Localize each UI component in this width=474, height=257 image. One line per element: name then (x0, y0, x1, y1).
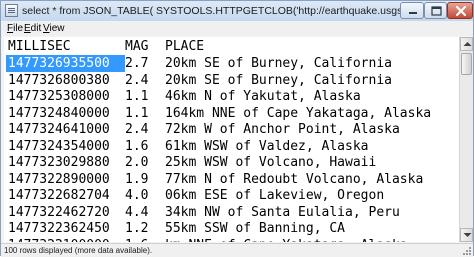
cell-place[interactable]: km NNE of Cape Yakataga, Alaska (165, 237, 408, 243)
cell-place[interactable]: 164km NNE of Cape Yakataga, Alaska (165, 105, 431, 122)
cell-place[interactable]: 06km ESE of Lakeview, Oregon (165, 187, 384, 204)
cell-place[interactable]: 55km SSW of Banning, CA (165, 220, 345, 237)
cell-mag[interactable]: 1.1 (125, 88, 148, 105)
column-header-mag[interactable]: MAG (125, 38, 148, 55)
results-grid[interactable]: MILLISEC MAG PLACE 1477326935500 2.7 20km … (4, 37, 459, 242)
cell-millisec[interactable]: 1477324840000 (8, 105, 110, 122)
status-bar: 100 rows displayed (more data available)… (1, 243, 473, 257)
cell-mag[interactable]: 4.4 (125, 204, 148, 221)
cell-mag[interactable]: 1.1 (125, 105, 148, 122)
table-row[interactable]: 1477324354000 1.6 61km WSW of Valdez, Alas… (4, 138, 459, 155)
scroll-up-button[interactable] (460, 37, 473, 51)
table-row[interactable]: 1477322462720 4.4 34km NW of Santa Eulalia… (4, 204, 459, 221)
table-row[interactable]: 1477325308000 1.1 46km N of Yakutat, Alask… (4, 88, 459, 105)
minimize-button[interactable] (400, 2, 424, 19)
menu-view[interactable]: View (41, 21, 67, 36)
table-row[interactable]: 1477322100000 1.6 km NNE of Cape Yakataga,… (4, 237, 459, 243)
cell-place[interactable]: 34km NW of Santa Eulalia, Peru (165, 204, 400, 221)
cell-mag[interactable]: 2.7 (125, 55, 148, 72)
column-header-place[interactable]: PLACE (165, 38, 204, 55)
cell-place[interactable]: 46km N of Yakutat, Alaska (165, 88, 361, 105)
table-row[interactable]: 1477326800380 2.4 20km SE of Burney, Calif… (4, 72, 459, 89)
table-row[interactable]: 1477322362450 1.2 55km SSW of Banning, CA (4, 220, 459, 237)
cell-place[interactable]: 61km WSW of Valdez, Alaska (165, 138, 369, 155)
cell-millisec[interactable]: 1477324354000 (8, 138, 110, 155)
table-row[interactable]: 1477323029880 2.0 25km WSW of Volcano, Haw… (4, 154, 459, 171)
table-row[interactable]: 1477322682704 4.0 06km ESE of Lakeview, Or… (4, 187, 459, 204)
cell-place[interactable]: 72km W of Anchor Point, Alaska (165, 121, 400, 138)
minimize-icon (409, 12, 417, 14)
cell-mag[interactable]: 2.4 (125, 72, 148, 89)
cell-place[interactable]: 20km SE of Burney, California (165, 72, 392, 89)
app-icon[interactable] (5, 4, 18, 17)
cell-place[interactable]: 25km WSW of Volcano, Hawaii (165, 154, 376, 171)
table-row[interactable]: 1477324641000 2.4 72km W of Anchor Point, … (4, 121, 459, 138)
cell-millisec[interactable]: 1477322362450 (8, 220, 110, 237)
maximize-button[interactable] (424, 2, 447, 19)
cell-millisec[interactable]: 1477326800380 (8, 72, 110, 89)
cell-millisec[interactable]: 1477322890000 (8, 171, 110, 188)
app-window: select * from JSON_TABLE( SYSTOOLS.HTTPG… (0, 0, 474, 257)
cell-millisec[interactable]: 1477322462720 (8, 204, 110, 221)
close-icon (455, 5, 467, 17)
cell-millisec[interactable]: 1477326935500 (6, 55, 125, 72)
cell-mag[interactable]: 4.0 (125, 187, 148, 204)
scroll-thumb[interactable] (461, 53, 472, 75)
scroll-down-button[interactable] (460, 228, 473, 242)
cell-millisec[interactable]: 1477325308000 (8, 88, 110, 105)
cell-mag[interactable]: 2.0 (125, 154, 148, 171)
status-text: 100 rows displayed (more data available)… (4, 246, 153, 255)
table-row[interactable]: 1477322890000 1.9 77km N of Redoubt Volcan… (4, 171, 459, 188)
column-header-millisec[interactable]: MILLISEC (8, 38, 71, 55)
grid-header: MILLISEC MAG PLACE (4, 38, 459, 55)
resize-grip-icon[interactable] (462, 246, 472, 256)
arrow-up-icon (463, 42, 472, 46)
menu-bar: File Edit View (1, 21, 473, 36)
table-row[interactable]: 1477324840000 1.1 164km NNE of Cape Yakata… (4, 105, 459, 122)
title-bar[interactable]: select * from JSON_TABLE( SYSTOOLS.HTTPG… (1, 1, 473, 22)
cell-mag[interactable]: 1.2 (125, 220, 148, 237)
cell-place[interactable]: 77km N of Redoubt Volcano, Alaska (165, 171, 423, 188)
cell-mag[interactable]: 1.6 (125, 138, 148, 155)
cell-mag[interactable]: 1.9 (125, 171, 148, 188)
cell-mag[interactable]: 1.6 (125, 237, 148, 243)
cell-mag[interactable]: 2.4 (125, 121, 148, 138)
arrow-down-icon (463, 233, 472, 237)
vertical-scrollbar[interactable] (459, 37, 473, 242)
close-button[interactable] (447, 2, 473, 19)
table-row[interactable]: 1477326935500 2.7 20km SE of Burney, Calif… (4, 55, 459, 72)
cell-millisec[interactable]: 1477324641000 (8, 121, 110, 138)
window-title: select * from JSON_TABLE( SYSTOOLS.HTTPG… (22, 5, 407, 17)
maximize-icon (431, 6, 442, 16)
cell-millisec[interactable]: 1477322682704 (8, 187, 110, 204)
cell-place[interactable]: 20km SE of Burney, California (165, 55, 392, 72)
cell-millisec[interactable]: 1477322100000 (8, 237, 110, 243)
cell-millisec[interactable]: 1477323029880 (8, 154, 110, 171)
